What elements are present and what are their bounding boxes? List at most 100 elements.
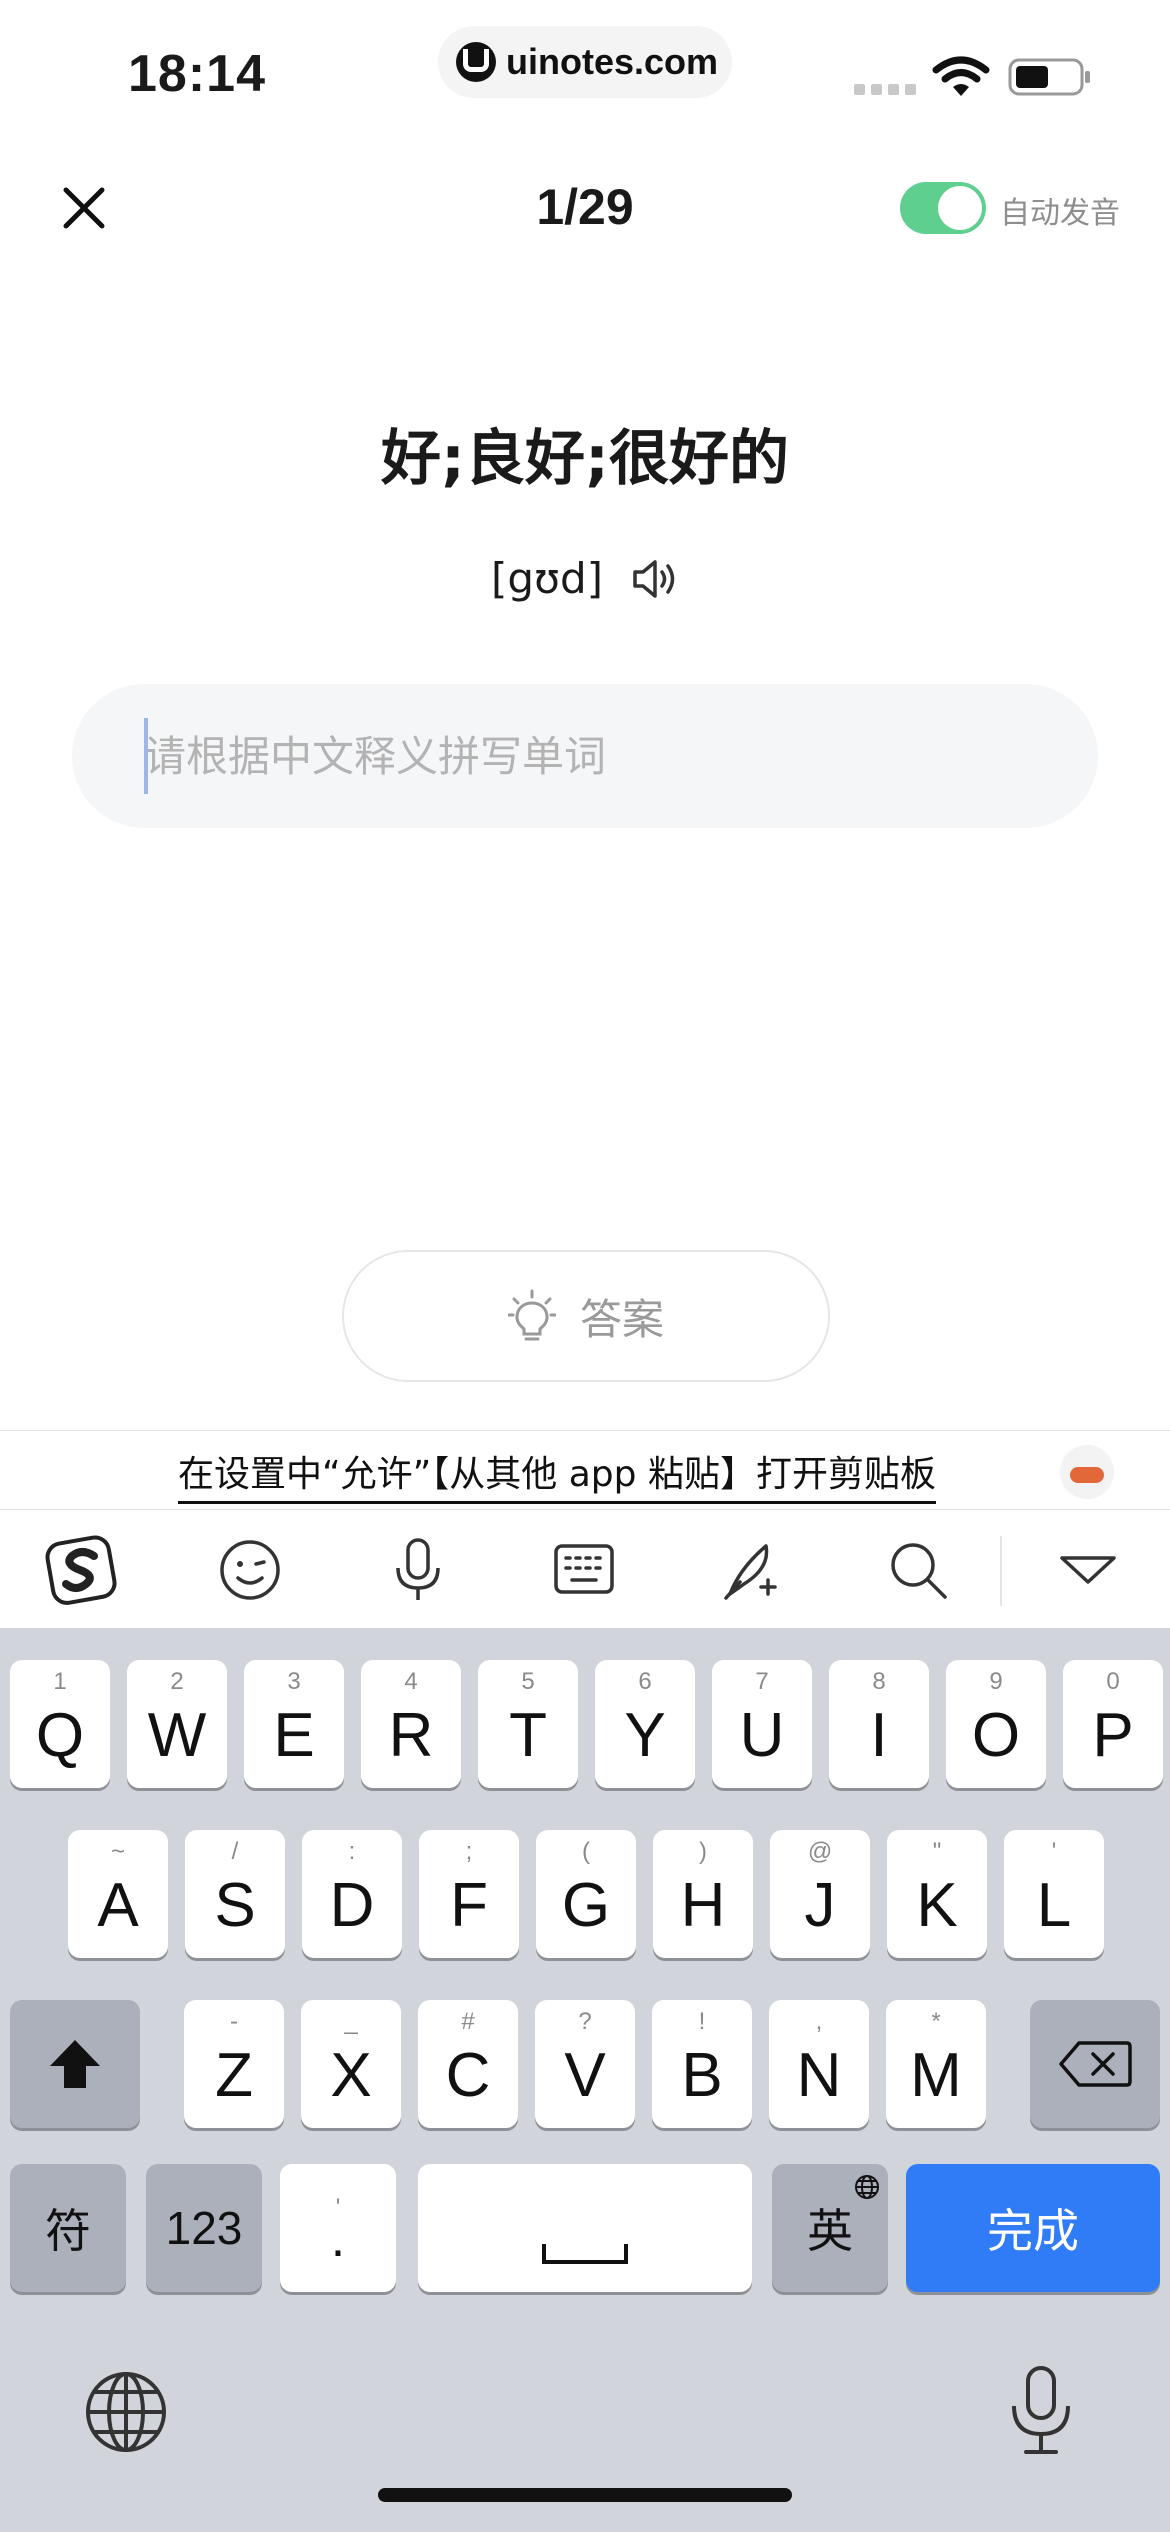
- site-logo-icon: [456, 42, 496, 82]
- status-bar: 18:14 uinotes.com: [0, 0, 1170, 140]
- key-r[interactable]: 4R: [361, 1660, 461, 1788]
- sogou-logo-icon[interactable]: [40, 1532, 124, 1608]
- key-label: Z: [215, 2040, 253, 2110]
- key-label: Y: [624, 1700, 666, 1770]
- key-n[interactable]: ,N: [769, 2000, 869, 2128]
- clipboard-bar: 在设置中“允许”【从其他 app 粘贴】打开剪贴板: [0, 1430, 1170, 1510]
- spell-input[interactable]: [72, 684, 1098, 828]
- delete-key[interactable]: [1030, 2000, 1160, 2128]
- key-g[interactable]: (G: [536, 1830, 636, 1958]
- key-hint: 3: [287, 1668, 301, 1695]
- phonetic-row: [gʊd]: [0, 554, 1170, 603]
- key-label: V: [564, 2040, 606, 2110]
- key-label: S: [214, 1870, 256, 1940]
- symbols-key[interactable]: 符: [10, 2164, 126, 2292]
- key-s[interactable]: / S: [185, 1830, 285, 1958]
- word-meaning: 好;良好;很好的: [381, 424, 789, 494]
- backspace-icon: [1059, 2041, 1132, 2087]
- key-hint: 6: [638, 1668, 652, 1695]
- key-hint: 4: [404, 1668, 418, 1695]
- spell-input-container: [72, 684, 1098, 828]
- key-label: A: [97, 1870, 139, 1940]
- key-label: T: [509, 1700, 547, 1770]
- key-w[interactable]: 2W: [127, 1660, 227, 1788]
- key-hint: ": [932, 1838, 942, 1865]
- numbers-key-label: 123: [165, 2202, 243, 2254]
- key-y[interactable]: 6Y: [595, 1660, 695, 1788]
- dictation-mic-icon[interactable]: [1006, 2364, 1076, 2458]
- key-t[interactable]: 5T: [478, 1660, 578, 1788]
- mascot-icon[interactable]: [1060, 1445, 1114, 1499]
- key-v[interactable]: ? V: [535, 2000, 635, 2128]
- key-hint: 2: [170, 1668, 184, 1695]
- key-label: L: [1036, 1870, 1072, 1940]
- answer-button[interactable]: 答案: [342, 1250, 830, 1382]
- keyboard-toolbar: [0, 1510, 1170, 1628]
- key-hint: *: [931, 2008, 941, 2035]
- speaker-icon[interactable]: [631, 557, 679, 601]
- lightbulb-icon: [507, 1289, 556, 1341]
- emoji-icon[interactable]: [208, 1532, 292, 1608]
- space-key[interactable]: [418, 2164, 752, 2292]
- key-o[interactable]: 9O: [946, 1660, 1046, 1788]
- key-label: U: [739, 1700, 785, 1770]
- key-d[interactable]: :D: [302, 1830, 402, 1958]
- key-q[interactable]: 1Q: [10, 1660, 110, 1788]
- url-text: uinotes.com: [506, 41, 719, 82]
- key-hint: ': [1051, 1838, 1057, 1865]
- key-hint: /: [231, 1838, 239, 1865]
- wifi-icon: [932, 56, 990, 96]
- key-label: D: [329, 1870, 375, 1940]
- progress-counter: 1/29: [536, 179, 634, 235]
- key-k[interactable]: " K: [887, 1830, 987, 1958]
- key-hint: 1: [53, 1668, 67, 1695]
- key-label: P: [1092, 1700, 1134, 1770]
- key-h[interactable]: ) H: [653, 1830, 753, 1958]
- search-icon[interactable]: [876, 1532, 960, 1608]
- key-z[interactable]: -Z: [184, 2000, 284, 2128]
- auto-speak-toggle[interactable]: [900, 182, 986, 234]
- language-key[interactable]: 英: [772, 2164, 888, 2292]
- key-u[interactable]: 7U: [712, 1660, 812, 1788]
- voice-input-icon[interactable]: [376, 1532, 460, 1608]
- key-e[interactable]: 3E: [244, 1660, 344, 1788]
- key-j[interactable]: @ J: [770, 1830, 870, 1958]
- key-label: I: [870, 1700, 888, 1770]
- key-c[interactable]: # C: [418, 2000, 518, 2128]
- punctuation-key[interactable]: ' .: [280, 2164, 396, 2292]
- url-pill[interactable]: uinotes.com: [438, 26, 732, 98]
- globe-icon[interactable]: [84, 2370, 168, 2454]
- keyboard-switch-icon[interactable]: [542, 1532, 626, 1608]
- shift-key[interactable]: [10, 2000, 140, 2128]
- key-p[interactable]: 0P: [1063, 1660, 1163, 1788]
- handwriting-icon[interactable]: [710, 1532, 794, 1608]
- key-label: G: [561, 1870, 611, 1940]
- globe-small-icon: [855, 2175, 879, 2199]
- key-label: X: [330, 2040, 372, 2110]
- key-label: N: [796, 2040, 842, 2110]
- key-label: H: [680, 1870, 726, 1940]
- key-b[interactable]: ! B: [652, 2000, 752, 2128]
- key-f[interactable]: ; F: [419, 1830, 519, 1958]
- collapse-keyboard-icon[interactable]: [1046, 1532, 1130, 1608]
- numbers-key[interactable]: 123: [146, 2164, 262, 2292]
- key-label: J: [804, 1870, 836, 1940]
- battery-icon: [1008, 58, 1090, 96]
- text-caret: [144, 718, 148, 794]
- key-a[interactable]: ~ A: [68, 1830, 168, 1958]
- key-hint: !: [698, 2008, 706, 2035]
- key-hint: 5: [521, 1668, 535, 1695]
- key-x[interactable]: _ X: [301, 2000, 401, 2128]
- done-key[interactable]: 完成: [906, 2164, 1160, 2292]
- close-button[interactable]: [52, 176, 116, 240]
- key-hint: _: [344, 2008, 358, 2035]
- key-m[interactable]: * M: [886, 2000, 986, 2128]
- auto-speak-label: 自动发音: [1000, 196, 1120, 231]
- status-time: 18:14: [128, 45, 266, 103]
- phonetic-text: [gʊd]: [490, 554, 604, 603]
- toolbar-divider: [1000, 1536, 1002, 1606]
- key-i[interactable]: 8I: [829, 1660, 929, 1788]
- key-l[interactable]: ' L: [1004, 1830, 1104, 1958]
- clipboard-hint[interactable]: 在设置中“允许”【从其他 app 粘贴】打开剪贴板: [178, 1445, 936, 1504]
- key-label: C: [445, 2040, 491, 2110]
